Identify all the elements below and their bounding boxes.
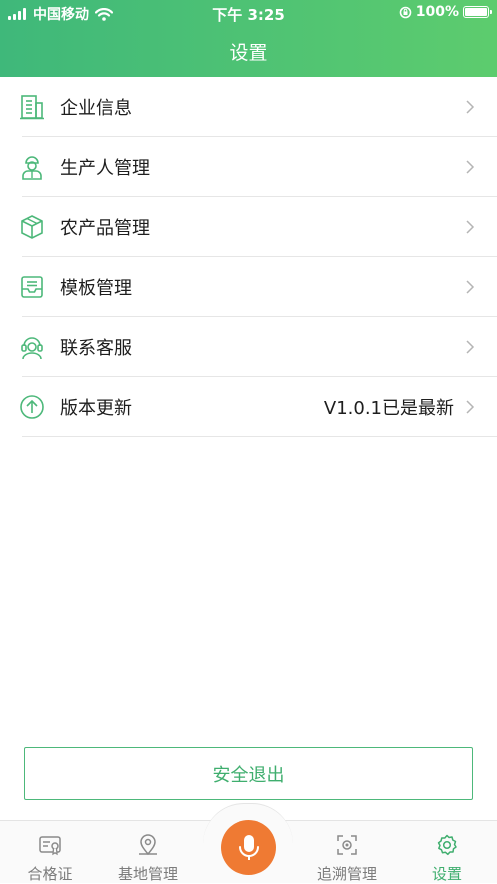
tab-label: 基地管理 xyxy=(117,865,178,883)
chevron-right-icon xyxy=(466,100,475,114)
certificate-icon xyxy=(39,836,61,856)
chevron-right-icon xyxy=(466,220,475,234)
headset-icon xyxy=(21,337,43,360)
tab-base-management[interactable]: 基地管理 xyxy=(98,821,198,884)
tab-label: 合格证 xyxy=(27,865,73,883)
arrow-up-circle-icon xyxy=(20,395,44,419)
tab-settings[interactable]: 设置 xyxy=(397,821,497,884)
battery-icon xyxy=(463,6,492,18)
inbox-tray-icon xyxy=(21,276,43,298)
menu-item-label: 企业信息 xyxy=(60,98,132,119)
worker-icon xyxy=(22,156,42,180)
menu-item-label: 联系客服 xyxy=(60,338,132,359)
logout-button[interactable]: 安全退出 xyxy=(24,747,473,800)
tab-label: 追溯管理 xyxy=(316,865,377,883)
header: 中国移动 下午 3:25 100% 设置 xyxy=(0,0,497,77)
settings-menu: 企业信息 生产人管理 农产品管理 模板管理 联系客服 版本更新 V1.0.1已是… xyxy=(0,77,497,437)
chevron-right-icon xyxy=(466,340,475,354)
tab-label: 设置 xyxy=(431,865,462,883)
menu-item-company-info[interactable]: 企业信息 xyxy=(0,77,497,137)
chevron-right-icon xyxy=(466,280,475,294)
voice-input-button[interactable] xyxy=(221,820,276,875)
orientation-lock-icon xyxy=(399,6,412,18)
menu-item-template-management[interactable]: 模板管理 xyxy=(0,257,497,317)
menu-item-label: 生产人管理 xyxy=(60,158,150,179)
scan-icon xyxy=(337,835,357,855)
building-icon xyxy=(20,95,44,120)
menu-item-label: 农产品管理 xyxy=(60,218,150,239)
tab-trace-management[interactable]: 追溯管理 xyxy=(297,821,397,884)
menu-item-customer-service[interactable]: 联系客服 xyxy=(0,317,497,377)
box-icon xyxy=(21,215,43,239)
chevron-right-icon xyxy=(466,400,475,414)
gear-icon xyxy=(437,834,457,856)
map-pin-icon xyxy=(139,834,157,856)
menu-item-label: 模板管理 xyxy=(60,278,132,299)
microphone-icon xyxy=(238,834,259,860)
page-title: 设置 xyxy=(229,42,268,64)
menu-item-version-update[interactable]: 版本更新 V1.0.1已是最新 xyxy=(0,377,497,437)
status-right: 100% xyxy=(399,4,492,20)
menu-item-label: 版本更新 xyxy=(60,398,132,419)
tab-certificate[interactable]: 合格证 xyxy=(0,821,100,884)
menu-item-product-management[interactable]: 农产品管理 xyxy=(0,197,497,257)
menu-item-producer-management[interactable]: 生产人管理 xyxy=(0,137,497,197)
version-status: V1.0.1已是最新 xyxy=(323,398,454,419)
status-bar: 中国移动 下午 3:25 100% xyxy=(0,0,497,26)
battery-percent: 100% xyxy=(415,4,459,20)
chevron-right-icon xyxy=(466,160,475,174)
